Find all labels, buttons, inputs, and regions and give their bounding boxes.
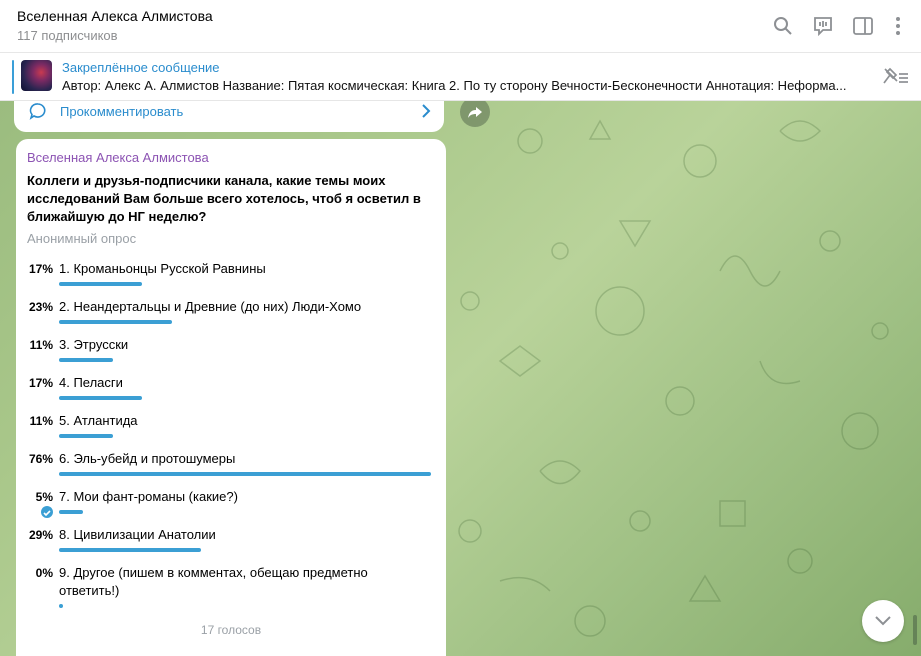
poll-question: Коллеги и друзья-подписчики канала, каки… <box>27 173 421 224</box>
poll-option-bar <box>59 396 142 400</box>
channel-title[interactable]: Вселенная Алекса Алмистова <box>17 8 213 24</box>
poll-option-label: 5. Атлантида <box>59 413 138 428</box>
poll-option-bar <box>59 510 83 514</box>
poll-option-percent: 76% <box>28 452 53 466</box>
poll-option-bar <box>59 548 201 552</box>
poll-option-label: 2. Неандертальцы и Древние (до них) Люди… <box>59 299 362 314</box>
poll-option-label: 1. Кроманьонцы Русской Равнины <box>59 261 266 276</box>
comments-icon[interactable] <box>811 14 835 38</box>
pinned-thumbnail <box>21 60 52 91</box>
poll-option-bar <box>59 358 113 362</box>
poll-option-label: 4. Пеласги <box>59 375 123 390</box>
poll-option-label: 7. Мои фант-романы (какие?) <box>59 489 238 504</box>
poll-option-bar <box>59 604 63 608</box>
poll-option-percent: 29% <box>28 528 53 542</box>
search-icon[interactable] <box>771 14 795 38</box>
sidebar-toggle-icon[interactable] <box>851 14 875 38</box>
poll-option-bar <box>59 434 113 438</box>
chevron-down-icon <box>875 616 891 626</box>
chat-area: Прокомментировать Вселенная Алекса Алмис… <box>0 101 921 656</box>
comment-label: Прокомментировать <box>60 104 184 119</box>
chat-header: Вселенная Алекса Алмистова 117 подписчик… <box>0 0 921 53</box>
poll-option-label: 9. Другое (пишем в комментах, обещаю пре… <box>59 565 368 598</box>
pinned-indicator <box>12 60 14 94</box>
poll-author[interactable]: Вселенная Алекса Алмистова <box>27 150 209 165</box>
pinned-text: Автор: Алекс А. Алмистов Название: Пятая… <box>62 78 847 93</box>
poll-option-bar <box>59 282 142 286</box>
poll-message: Вселенная Алекса Алмистова Коллеги и дру… <box>16 139 446 656</box>
poll-option-percent: 0% <box>35 566 53 580</box>
poll-option-percent: 23% <box>28 300 53 314</box>
poll-option-bar <box>59 320 172 324</box>
poll-type: Анонимный опрос <box>27 231 137 246</box>
scrollbar-thumb[interactable] <box>913 615 917 645</box>
poll-option-label: 3. Этрусски <box>59 337 129 352</box>
pinned-message-bar[interactable]: Закреплённое сообщение Автор: Алекс А. А… <box>0 53 921 101</box>
chosen-check-icon <box>41 506 53 518</box>
vote-count[interactable]: 17 голосов <box>16 623 446 637</box>
share-arrow-icon <box>468 107 482 118</box>
comment-bubble-icon <box>29 103 46 120</box>
poll-option-percent: 11% <box>29 414 53 428</box>
pinned-title: Закреплённое сообщение <box>62 60 220 75</box>
subscriber-count: 117 подписчиков <box>17 28 118 43</box>
unpin-icon[interactable] <box>882 66 910 88</box>
poll-option-bar <box>59 472 431 476</box>
scroll-down-button[interactable] <box>862 600 904 642</box>
more-vert-icon[interactable] <box>886 14 910 38</box>
poll-option-label: 6. Эль-убейд и протошумеры <box>59 451 236 466</box>
poll-option-percent: 17% <box>28 376 53 390</box>
poll-option-label: 8. Цивилизации Анатолии <box>59 527 216 542</box>
poll-option-percent: 5% <box>35 490 53 504</box>
comment-bar[interactable]: Прокомментировать <box>14 101 444 132</box>
poll-option-percent: 17% <box>28 262 53 276</box>
chevron-right-icon <box>422 104 431 118</box>
poll-option-percent: 11% <box>29 338 53 352</box>
